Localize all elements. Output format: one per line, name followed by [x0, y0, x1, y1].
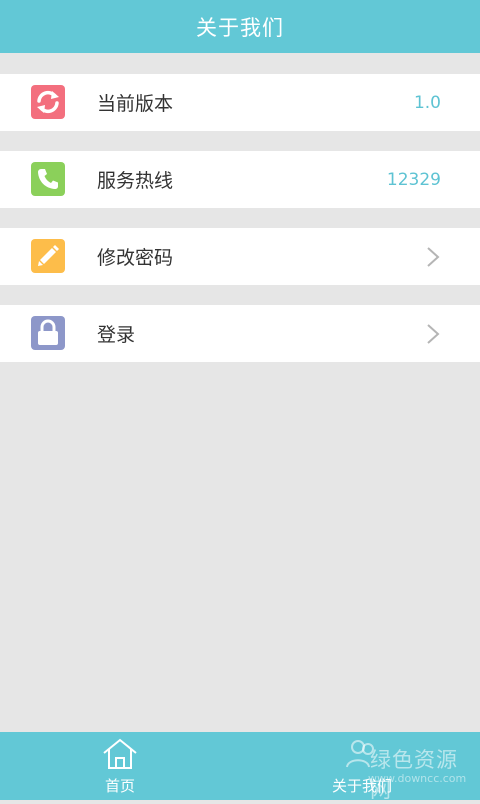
- pencil-icon: [31, 239, 65, 273]
- people-icon: [346, 740, 374, 768]
- tab-label: 首页: [104, 777, 135, 795]
- phone-icon: [31, 162, 65, 196]
- tab-about-us[interactable]: 关于我们: [282, 732, 442, 800]
- row-service-hotline[interactable]: 服务热线 12329: [0, 151, 480, 208]
- chevron-right-icon: [427, 247, 440, 267]
- page-title: 关于我们: [196, 15, 284, 40]
- tab-label: 关于我们: [331, 777, 392, 795]
- chevron-right-icon: [427, 324, 440, 344]
- lock-icon: [31, 316, 65, 350]
- version-value: 1.0: [413, 92, 441, 113]
- bottom-tab-bar: 首页 关于我们: [0, 732, 480, 800]
- row-label: 当前版本: [97, 93, 174, 115]
- hotline-value[interactable]: 12329: [387, 170, 441, 190]
- tab-home[interactable]: 首页: [40, 732, 200, 800]
- title-bar: 关于我们: [0, 0, 480, 53]
- refresh-icon: [31, 85, 65, 119]
- row-label: 修改密码: [97, 247, 174, 269]
- row-change-password[interactable]: 修改密码: [0, 228, 480, 285]
- row-label: 登录: [97, 324, 136, 346]
- row-label: 服务热线: [97, 170, 174, 192]
- row-current-version[interactable]: 当前版本 1.0: [0, 74, 480, 131]
- home-icon: [103, 738, 137, 769]
- row-login[interactable]: 登录: [0, 305, 480, 362]
